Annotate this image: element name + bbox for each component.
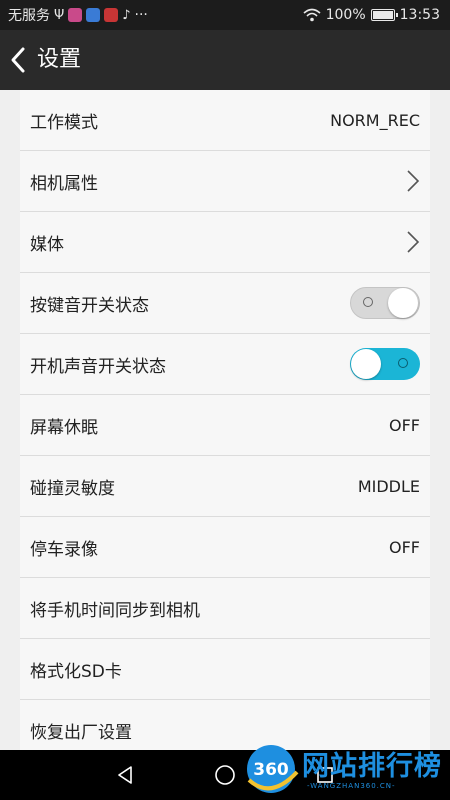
triangle-back-icon <box>118 766 132 784</box>
setting-label: 碰撞灵敏度 <box>30 478 115 499</box>
status-bar: 无服务 Ψ ♪ ··· 100% 13:53 <box>0 0 450 30</box>
battery-icon <box>370 9 398 21</box>
watermark-logo: 360 <box>247 745 299 793</box>
circle-home-icon <box>215 765 235 785</box>
chevron-right-icon <box>407 170 420 192</box>
chevron-left-icon <box>11 47 25 73</box>
nav-back-button[interactable] <box>95 750 155 800</box>
setting-media[interactable]: 媒体 <box>20 212 430 273</box>
key-sound-toggle[interactable] <box>350 287 420 319</box>
setting-collision-sensitivity[interactable]: 碰撞灵敏度 MIDDLE <box>20 456 430 517</box>
setting-label: 屏幕休眠 <box>30 417 98 438</box>
carrier-label: 无服务 <box>8 8 50 24</box>
setting-label: 将手机时间同步到相机 <box>30 600 200 621</box>
setting-label: 格式化SD卡 <box>30 661 122 682</box>
battery-percent: 100% <box>325 7 366 23</box>
clock: 13:53 <box>399 7 440 23</box>
watermark-text: 网站排行榜 <box>302 751 442 782</box>
setting-label: 开机声音开关状态 <box>30 356 166 377</box>
setting-camera-properties[interactable]: 相机属性 <box>20 151 430 212</box>
tiktok-icon: ♪ <box>122 7 131 23</box>
toggle-knob <box>388 288 418 318</box>
watermark-logo-text: 360 <box>253 760 289 780</box>
setting-value: OFF <box>389 415 420 435</box>
app-icon <box>86 8 101 22</box>
setting-work-mode[interactable]: 工作模式 NORM_REC <box>20 90 430 151</box>
setting-label: 停车录像 <box>30 539 98 560</box>
setting-label: 恢复出厂设置 <box>30 722 132 743</box>
setting-format-sd[interactable]: 格式化SD卡 <box>20 639 430 700</box>
setting-value: MIDDLE <box>357 476 420 496</box>
setting-value: OFF <box>389 537 420 557</box>
page-title: 设置 <box>37 47 82 72</box>
app-icon <box>104 8 119 22</box>
app-icon <box>68 8 83 22</box>
setting-label: 工作模式 <box>30 112 98 133</box>
setting-key-sound: 按键音开关状态 <box>20 273 430 334</box>
startup-sound-toggle[interactable] <box>350 348 420 380</box>
wifi-icon <box>303 8 321 22</box>
chevron-right-icon <box>407 231 420 253</box>
back-button[interactable] <box>0 30 36 90</box>
watermark-subtext: -WANGZHAN360.CN- <box>307 782 396 790</box>
setting-parking-recording[interactable]: 停车录像 OFF <box>20 517 430 578</box>
toggle-on-indicator <box>398 358 408 368</box>
setting-label: 媒体 <box>30 234 64 255</box>
setting-label: 按键音开关状态 <box>30 295 149 316</box>
more-notifications: ··· <box>134 7 148 23</box>
setting-sync-time[interactable]: 将手机时间同步到相机 <box>20 578 430 639</box>
setting-screen-sleep[interactable]: 屏幕休眠 OFF <box>20 395 430 456</box>
setting-startup-sound: 开机声音开关状态 <box>20 334 430 395</box>
app-header: 设置 <box>0 30 450 90</box>
toggle-off-indicator <box>363 297 373 307</box>
watermark: 360 网站排行榜 -WANGZHAN360.CN- <box>245 740 450 800</box>
setting-value: NORM_REC <box>330 110 420 130</box>
usb-icon: Ψ <box>54 7 65 23</box>
setting-label: 相机属性 <box>30 173 98 194</box>
settings-list: 工作模式 NORM_REC 相机属性 媒体 按键音开关状态 开机声音开关状态 屏… <box>20 90 430 750</box>
toggle-knob <box>351 349 381 379</box>
